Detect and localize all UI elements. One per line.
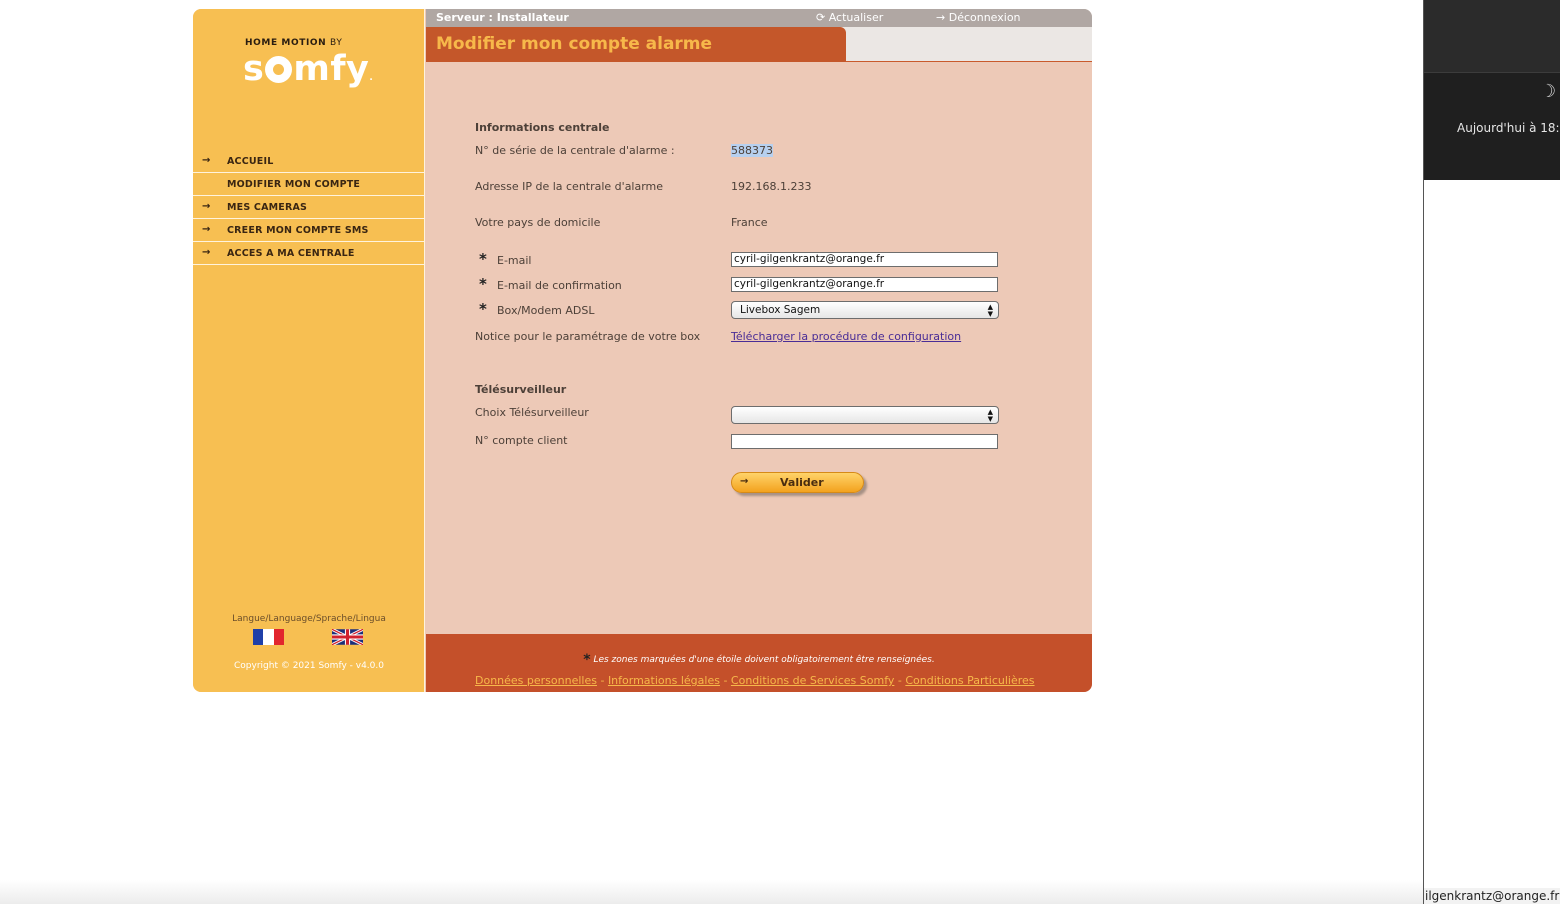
box-select[interactable]: Livebox Sagem ▲ ▼ bbox=[731, 301, 999, 319]
required-fields-note: * Les zones marquées d'une étoile doiven… bbox=[426, 650, 1092, 668]
page-title: Modifier mon compte alarme bbox=[436, 34, 713, 54]
nav-item-label: ACCES A MA CENTRALE bbox=[227, 248, 355, 259]
arrow-right-icon: → bbox=[202, 201, 211, 212]
nav-item-mes-cameras[interactable]: → MES CAMERAS bbox=[193, 196, 425, 219]
notification-side-panel: ☽ Aujourd'hui à 18:2 ilgenkrantz@orange.… bbox=[1423, 0, 1560, 904]
box-select-value: Livebox Sagem bbox=[740, 304, 821, 316]
notification-time: Aujourd'hui à 18:2 bbox=[1457, 121, 1560, 135]
valider-button[interactable]: → Valider bbox=[731, 472, 864, 493]
telesurveillance-choice-label: Choix Télésurveilleur bbox=[475, 406, 589, 419]
nav-item-modifier-compte[interactable]: MODIFIER MON COMPTE bbox=[193, 173, 425, 196]
email-confirm-field[interactable]: cyril-gilgenkrantz@orange.fr bbox=[731, 277, 998, 292]
side-panel-content bbox=[1424, 180, 1560, 890]
nav-item-creer-compte-sms[interactable]: → CREER MON COMPTE SMS bbox=[193, 219, 425, 242]
side-panel-bottom-text: ilgenkrantz@orange.fr bbox=[1424, 888, 1560, 904]
server-label: Serveur : Installateur bbox=[436, 11, 569, 24]
email-confirm-label: E-mail de confirmation bbox=[497, 279, 622, 292]
refresh-icon: ⟳ bbox=[816, 11, 826, 24]
window-bottom-strip bbox=[0, 880, 1423, 904]
email-label: E-mail bbox=[497, 254, 532, 267]
flag-fr-icon[interactable] bbox=[253, 629, 284, 645]
top-bar: Serveur : Installateur ⟳ Actualiser → Dé… bbox=[426, 9, 1092, 27]
refresh-label: Actualiser bbox=[828, 11, 884, 24]
arrow-right-icon: → bbox=[936, 11, 946, 24]
serial-label: N° de série de la centrale d'alarme : bbox=[475, 144, 675, 157]
ip-label: Adresse IP de la centrale d'alarme bbox=[475, 180, 664, 193]
download-procedure-link[interactable]: Télécharger la procédure de configuratio… bbox=[731, 330, 961, 343]
flag-uk-icon[interactable] bbox=[332, 629, 363, 645]
logo-o-icon bbox=[265, 56, 293, 83]
brand-tagline: HOME MOTION BY bbox=[245, 38, 342, 48]
required-fields-note-text: Les zones marquées d'une étoile doivent … bbox=[593, 655, 935, 665]
nav-item-label: MES CAMERAS bbox=[227, 202, 308, 213]
logo-letter-s: s bbox=[243, 49, 265, 89]
required-star-icon: * bbox=[479, 300, 487, 318]
notification-card[interactable]: ☽ Aujourd'hui à 18:2 bbox=[1424, 72, 1560, 180]
nav-item-label: MODIFIER MON COMPTE bbox=[227, 179, 361, 190]
required-star-icon: * bbox=[583, 652, 591, 668]
section-title-telesurveillance: Télésurveilleur bbox=[475, 383, 567, 396]
moon-icon: ☽ bbox=[1540, 81, 1557, 102]
required-star-icon: * bbox=[479, 250, 487, 268]
section-title-info: Informations centrale bbox=[475, 121, 610, 134]
serial-value: 588373 bbox=[731, 144, 773, 157]
footer-link-donnees-personnelles[interactable]: Données personnelles bbox=[475, 674, 597, 687]
box-label: Box/Modem ADSL bbox=[497, 304, 595, 317]
title-tab: Modifier mon compte alarme bbox=[426, 27, 846, 62]
somfy-logo: s mfy. bbox=[243, 49, 374, 89]
logo-letters-mfy: mfy bbox=[293, 49, 370, 89]
main-nav: → ACCUEIL MODIFIER MON COMPTE → MES CAME… bbox=[193, 150, 425, 265]
logout-label: Déconnexion bbox=[948, 11, 1021, 24]
brand-tagline-text: HOME MOTION bbox=[245, 38, 327, 48]
required-star-icon: * bbox=[479, 275, 487, 293]
valider-button-label: Valider bbox=[780, 476, 824, 489]
nav-item-label: ACCUEIL bbox=[227, 156, 274, 167]
telesurveillance-select[interactable]: ▲ ▼ bbox=[731, 406, 999, 424]
notification-card-top bbox=[1424, 0, 1560, 72]
title-area: Modifier mon compte alarme bbox=[426, 27, 1092, 62]
footer-link-conditions-services[interactable]: Conditions de Services Somfy bbox=[731, 674, 894, 687]
logout-link[interactable]: → Déconnexion bbox=[936, 11, 1021, 24]
footer: * Les zones marquées d'une étoile doiven… bbox=[426, 634, 1092, 692]
arrow-right-icon: → bbox=[202, 247, 211, 258]
serial-value-text: 588373 bbox=[731, 144, 773, 157]
language-label: Langue/Language/Sprache/Lingua bbox=[232, 614, 386, 624]
footer-links: Données personnelles - Informations léga… bbox=[475, 674, 1035, 687]
footer-link-conditions-particulieres[interactable]: Conditions Particulières bbox=[905, 674, 1034, 687]
copyright: Copyright © 2021 Somfy - v4.0.0 bbox=[234, 661, 384, 671]
ip-value: 192.168.1.233 bbox=[731, 180, 812, 193]
email-field[interactable]: cyril-gilgenkrantz@orange.fr bbox=[731, 252, 998, 267]
refresh-link[interactable]: ⟳ Actualiser bbox=[816, 11, 883, 24]
arrow-right-icon: → bbox=[740, 476, 749, 487]
main-content: Informations centrale N° de série de la … bbox=[426, 62, 1092, 634]
nav-item-accueil[interactable]: → ACCUEIL bbox=[193, 150, 425, 173]
nav-item-acces-centrale[interactable]: → ACCES A MA CENTRALE bbox=[193, 242, 425, 265]
sidebar: HOME MOTION BY s mfy. → ACCUEIL MODIFIER … bbox=[193, 9, 425, 692]
nav-item-label: CREER MON COMPTE SMS bbox=[227, 225, 369, 236]
select-arrows-icon: ▲ ▼ bbox=[987, 303, 993, 318]
country-value: France bbox=[731, 216, 768, 229]
account-number-field[interactable] bbox=[731, 434, 998, 449]
somfy-app: HOME MOTION BY s mfy. → ACCUEIL MODIFIER … bbox=[193, 9, 1092, 692]
arrow-right-icon: → bbox=[202, 224, 211, 235]
select-arrows-icon: ▲ ▼ bbox=[987, 408, 993, 423]
account-number-label: N° compte client bbox=[475, 434, 568, 447]
footer-link-informations-legales[interactable]: Informations légales bbox=[608, 674, 720, 687]
notice-label: Notice pour le paramétrage de votre box bbox=[475, 330, 701, 343]
country-label: Votre pays de domicile bbox=[475, 216, 601, 229]
arrow-right-icon: → bbox=[202, 155, 211, 166]
brand-by-text: BY bbox=[330, 38, 343, 48]
